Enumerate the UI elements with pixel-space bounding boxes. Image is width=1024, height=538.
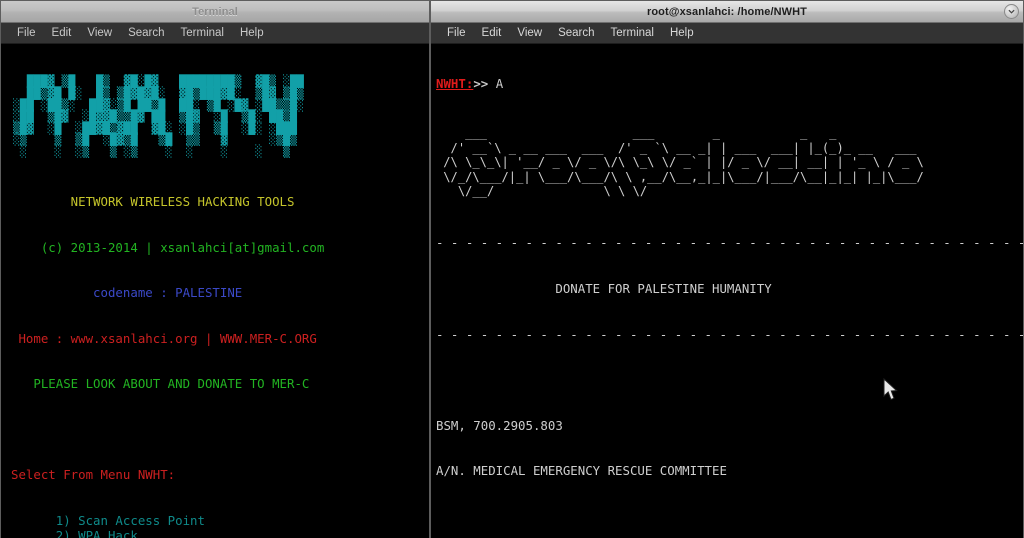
menubar-right[interactable]: File Edit View Search Terminal Help: [431, 23, 1023, 44]
titlebar-right[interactable]: root@xsanlahci: /home/NWHT: [431, 1, 1023, 23]
chevron-down-icon: [1008, 9, 1015, 14]
banner-line-donate: PLEASE LOOK ABOUT AND DONATE TO MER-C: [11, 376, 310, 392]
section1-account-name: A/N. MEDICAL EMERGENCY RESCUE COMMITTEE: [436, 463, 727, 479]
menu-item[interactable]: 1) Scan Access Point: [11, 513, 429, 528]
banner-line-codename: codename : PALESTINE: [11, 285, 243, 301]
window-menu-button[interactable]: [1004, 4, 1019, 19]
menu-item[interactable]: 2) WPA Hack: [11, 528, 429, 538]
banner-line-home: Home : www.xsanlahci.org | WWW.MER-C.ORG: [11, 330, 317, 346]
prompt-input-echo: A: [495, 76, 504, 92]
menu-terminal[interactable]: Terminal: [603, 25, 662, 41]
window-title-left: Terminal: [192, 5, 238, 18]
menu-file[interactable]: File: [439, 25, 474, 41]
menu-help[interactable]: Help: [232, 25, 272, 41]
terminal-content-right[interactable]: NWHT:>> A ___ ___ _ _ _ /' __`\ _ __ ___…: [431, 44, 1023, 538]
free-palestine-ascii-art: ___ ___ _ _ _ /' __`\ _ __ ___ ___ /' _ …: [443, 126, 924, 199]
menu-view[interactable]: View: [509, 25, 550, 41]
mouse-pointer-icon: [883, 378, 898, 401]
shell-prompt-echo: NWHT:>> A: [436, 76, 1023, 91]
section1-account: BSM, 700.2905.803: [436, 417, 563, 433]
prompt-arrow: >>: [473, 76, 489, 92]
menu-search[interactable]: Search: [550, 25, 602, 41]
separator-2: - - - - - - - - - - - - - - - - - - - - …: [436, 326, 1023, 342]
terminal-window-right[interactable]: root@xsanlahci: /home/NWHT File Edit Vie…: [430, 0, 1024, 538]
banner-line-title: NETWORK WIRELESS HACKING TOOLS: [11, 193, 295, 209]
nwht-banner-ascii-art: ███▓ ▒█ █▒ ▓█░█▓ ████████▒ ▓█▒ ░██ ██▒▓█…: [13, 74, 304, 158]
menu-terminal[interactable]: Terminal: [173, 25, 232, 41]
banner-line-copyright: (c) 2013-2014 | xsanlahci[at]gmail.com: [11, 239, 325, 255]
terminal-window-left[interactable]: Terminal File Edit View Search Terminal …: [0, 0, 430, 538]
window-title-right: root@xsanlahci: /home/NWHT: [646, 5, 807, 18]
menu-file[interactable]: File: [9, 25, 44, 41]
section1-heading: DONATE FOR PALESTINE HUMANITY: [436, 281, 772, 296]
menu-view[interactable]: View: [79, 25, 120, 41]
terminal-content-left[interactable]: ███▓ ▒█ █▒ ▓█░█▓ ████████▒ ▓█▒ ░██ ██▒▓█…: [1, 44, 429, 538]
menubar-left[interactable]: File Edit View Search Terminal Help: [1, 23, 429, 44]
menu-list: 1) Scan Access Point 2) WPA Hack 3) WPA2…: [11, 513, 429, 538]
separator-1: - - - - - - - - - - - - - - - - - - - - …: [436, 235, 1023, 251]
menu-search[interactable]: Search: [120, 25, 172, 41]
menu-heading: Select From Menu NWHT:: [11, 467, 176, 483]
menu-edit[interactable]: Edit: [44, 25, 80, 41]
titlebar-left[interactable]: Terminal: [1, 1, 429, 23]
desktop: Terminal File Edit View Search Terminal …: [0, 0, 1024, 538]
menu-help[interactable]: Help: [662, 25, 702, 41]
prompt-label: NWHT:: [436, 76, 474, 92]
menu-edit[interactable]: Edit: [474, 25, 510, 41]
